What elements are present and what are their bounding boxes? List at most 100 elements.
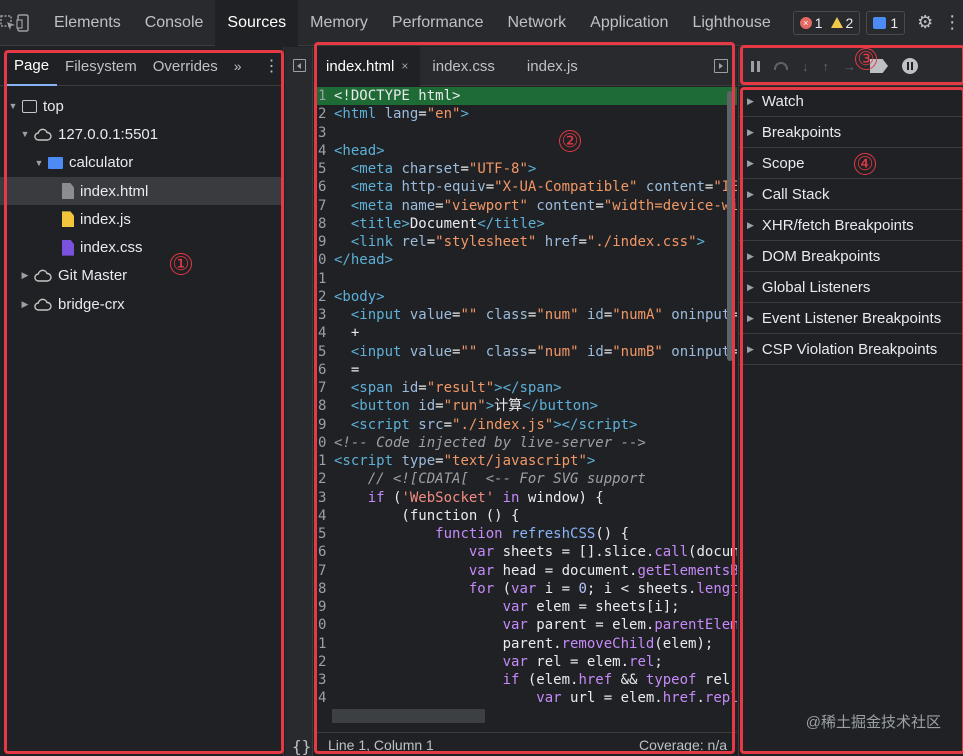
line-number[interactable]: 8 bbox=[314, 215, 332, 233]
section-event-listener-breakpoints[interactable]: ▶ Event Listener Breakpoints bbox=[739, 303, 963, 334]
step-icon[interactable]: → bbox=[843, 59, 856, 74]
pause-icon[interactable] bbox=[751, 60, 760, 72]
line-number[interactable]: 6 bbox=[314, 543, 332, 561]
line-number[interactable]: 0 bbox=[314, 616, 332, 634]
editor-tab-index-html[interactable]: index.html × bbox=[314, 47, 421, 86]
tree-item-git-master[interactable]: ▶ Git Master bbox=[0, 262, 283, 290]
code-line[interactable]: 5 <meta charset="UTF-8"> bbox=[314, 160, 737, 178]
expand-arrow-icon[interactable]: ▼ bbox=[20, 129, 30, 139]
line-number[interactable]: 2 bbox=[314, 288, 332, 306]
close-tab-icon[interactable]: × bbox=[401, 59, 408, 73]
code-line[interactable]: 0 <!-- Code injected by live-server --> bbox=[314, 434, 737, 452]
code-line[interactable]: 6 var sheets = [].slice.call(document bbox=[314, 543, 737, 561]
navigator-kebab-icon[interactable]: ⋮ bbox=[264, 56, 280, 76]
line-number[interactable]: 5 bbox=[314, 343, 332, 361]
code-line[interactable]: 7 <meta name="viewport" content="width=d… bbox=[314, 197, 737, 215]
code-line[interactable]: 6 <meta http-equiv="X-UA-Compatible" con… bbox=[314, 178, 737, 196]
code-line[interactable]: 7 <span id="result"></span> bbox=[314, 379, 737, 397]
coverage-status[interactable]: Coverage: n/a bbox=[639, 737, 727, 753]
expand-arrow-icon[interactable]: ▼ bbox=[8, 101, 18, 111]
tree-item-file-css[interactable]: index.css bbox=[0, 233, 283, 261]
line-number[interactable]: 4 bbox=[314, 142, 332, 160]
tab-performance[interactable]: Performance bbox=[380, 0, 496, 46]
step-over-icon[interactable] bbox=[774, 62, 788, 70]
tree-item-origin[interactable]: ▼ 127.0.0.1:5501 bbox=[0, 120, 283, 148]
code-line[interactable]: 5 <input value="" class="num" id="numB" … bbox=[314, 343, 737, 361]
code-line[interactable]: 4 <head> bbox=[314, 142, 737, 160]
tree-item-file-js[interactable]: index.js bbox=[0, 205, 283, 233]
line-number[interactable]: 1 bbox=[314, 452, 332, 470]
line-number[interactable]: 3 bbox=[314, 306, 332, 324]
code-line[interactable]: 1 <!DOCTYPE html> bbox=[314, 87, 737, 106]
code-line[interactable]: 4 + bbox=[314, 324, 737, 342]
line-number[interactable]: 4 bbox=[314, 507, 332, 525]
tab-console[interactable]: Console bbox=[133, 0, 216, 46]
line-number[interactable]: 2 bbox=[314, 653, 332, 671]
line-number[interactable]: 7 bbox=[314, 379, 332, 397]
code-line[interactable]: 1 parent.removeChild(elem); bbox=[314, 635, 737, 653]
tab-overrides[interactable]: Overrides bbox=[145, 47, 226, 86]
code-line[interactable]: 8 <button id="run">计算</button> bbox=[314, 397, 737, 415]
code-line[interactable]: 9 var elem = sheets[i]; bbox=[314, 598, 737, 616]
editor-tab-index-js[interactable]: index.js bbox=[507, 47, 590, 86]
pretty-print-button[interactable]: {} bbox=[292, 737, 311, 756]
line-number[interactable]: 4 bbox=[314, 689, 332, 707]
code-line[interactable]: 9 <link rel="stylesheet" href="./index.c… bbox=[314, 233, 737, 251]
hide-navigator-icon[interactable] bbox=[293, 59, 306, 72]
line-number[interactable]: 3 bbox=[314, 124, 332, 142]
code-line[interactable]: 4 (function () { bbox=[314, 507, 737, 525]
tab-filesystem[interactable]: Filesystem bbox=[57, 47, 145, 86]
settings-gear-icon[interactable]: ⚙ bbox=[917, 12, 933, 33]
line-number[interactable]: 7 bbox=[314, 562, 332, 580]
code-line[interactable]: 0 </head> bbox=[314, 251, 737, 269]
code-lines[interactable]: 1 <!DOCTYPE html> 2 <html lang="en"> 3 4 <head… bbox=[314, 87, 737, 707]
line-number[interactable]: 2 bbox=[314, 470, 332, 488]
hide-debugger-icon[interactable] bbox=[714, 59, 728, 73]
line-number[interactable]: 9 bbox=[314, 233, 332, 251]
tree-item-file-html[interactable]: index.html bbox=[0, 176, 283, 206]
tab-lighthouse[interactable]: Lighthouse bbox=[680, 0, 782, 46]
pause-on-exceptions-icon[interactable] bbox=[902, 58, 918, 74]
section-call-stack[interactable]: ▶ Call Stack bbox=[739, 179, 963, 210]
code-line[interactable]: 5 function refreshCSS() { bbox=[314, 525, 737, 543]
issues-counter[interactable]: × 1 2 bbox=[792, 10, 861, 35]
section-dom-breakpoints[interactable]: ▶ DOM Breakpoints bbox=[739, 241, 963, 272]
code-line[interactable]: 0 var parent = elem.parentElement bbox=[314, 616, 737, 634]
vertical-scrollbar[interactable] bbox=[727, 91, 733, 361]
line-number[interactable]: 0 bbox=[314, 251, 332, 269]
line-number[interactable]: 2 bbox=[314, 105, 332, 123]
code-line[interactable]: 1 <script type="text/javascript"> bbox=[314, 452, 737, 470]
line-number[interactable]: 4 bbox=[314, 324, 332, 342]
code-line[interactable]: 9 <script src="./index.js"></script> bbox=[314, 416, 737, 434]
line-number[interactable]: 1 bbox=[314, 635, 332, 653]
device-toolbar-icon[interactable] bbox=[16, 0, 32, 46]
tree-item-bridge-crx[interactable]: ▶ bridge-crx bbox=[0, 290, 283, 318]
line-number[interactable]: 8 bbox=[314, 397, 332, 415]
line-number[interactable]: 6 bbox=[314, 178, 332, 196]
section-xhr-breakpoints[interactable]: ▶ XHR/fetch Breakpoints bbox=[739, 210, 963, 241]
step-into-icon[interactable]: ↓ bbox=[802, 59, 809, 74]
code-line[interactable]: 3 bbox=[314, 124, 737, 142]
line-number[interactable]: 1 bbox=[314, 270, 332, 288]
tab-application[interactable]: Application bbox=[578, 0, 680, 46]
section-csp-violation-breakpoints[interactable]: ▶ CSP Violation Breakpoints bbox=[739, 334, 963, 365]
section-global-listeners[interactable]: ▶ Global Listeners bbox=[739, 272, 963, 303]
kebab-menu-icon[interactable]: ⋮ bbox=[943, 12, 961, 33]
editor-tab-index-css[interactable]: index.css bbox=[420, 47, 507, 86]
code-line[interactable]: 4 var url = elem.href.replace( bbox=[314, 689, 737, 707]
code-line[interactable]: 7 var head = document.getElementsByTagNa… bbox=[314, 562, 737, 580]
line-number[interactable]: 8 bbox=[314, 580, 332, 598]
code-line[interactable]: 2 // <![CDATA[ <-- For SVG support bbox=[314, 470, 737, 488]
collapse-arrow-icon[interactable]: ▶ bbox=[20, 270, 30, 281]
code-line[interactable]: 8 for (var i = 0; i < sheets.length; i++ bbox=[314, 580, 737, 598]
inspect-element-icon[interactable] bbox=[0, 0, 16, 46]
collapse-arrow-icon[interactable]: ▶ bbox=[20, 299, 30, 310]
messages-counter[interactable]: 1 bbox=[866, 10, 906, 35]
code-line[interactable]: 2 <body> bbox=[314, 288, 737, 306]
line-number[interactable]: 9 bbox=[314, 598, 332, 616]
line-number[interactable]: 3 bbox=[314, 489, 332, 507]
line-number[interactable]: 5 bbox=[314, 525, 332, 543]
tree-item-folder[interactable]: ▼ calculator bbox=[0, 149, 283, 177]
code-line[interactable]: 6 = bbox=[314, 361, 737, 379]
line-number[interactable]: 3 bbox=[314, 671, 332, 689]
